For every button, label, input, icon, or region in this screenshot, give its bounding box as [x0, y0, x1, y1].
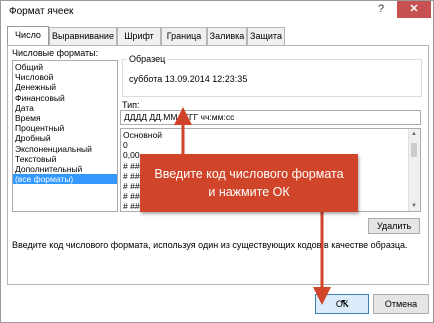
instruction-callout: Введите код числового формата и нажмите … [140, 154, 358, 212]
callout-line-1: Введите код числового формата [154, 167, 344, 181]
mouse-cursor-icon: ↖ [340, 296, 351, 310]
callout-line-2: и нажмите ОК [208, 185, 290, 199]
